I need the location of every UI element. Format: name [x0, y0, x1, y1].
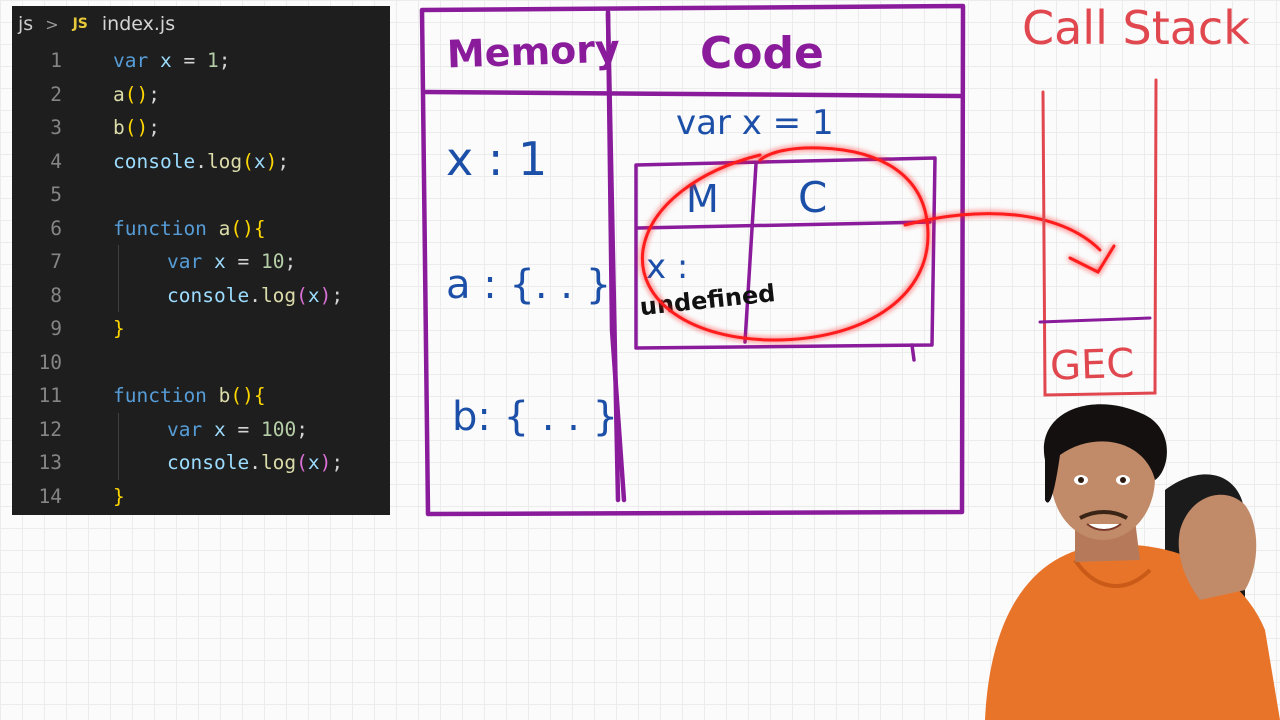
code-entry: var x = 1: [676, 103, 834, 143]
inner-code-header: C: [798, 173, 827, 222]
inner-memory-x: x :: [646, 247, 688, 287]
memory-entry-b: b: { . . }: [452, 394, 618, 440]
call-stack-gec: GEC: [1049, 341, 1135, 390]
code-header: Code: [700, 28, 824, 79]
call-stack-title: Call Stack: [1022, 1, 1250, 55]
memory-header: Memory: [446, 27, 620, 77]
memory-entry-x: x : 1: [446, 132, 547, 186]
presenter-avatar: [985, 404, 1280, 720]
memory-entry-a: a : {. . }: [446, 262, 611, 308]
